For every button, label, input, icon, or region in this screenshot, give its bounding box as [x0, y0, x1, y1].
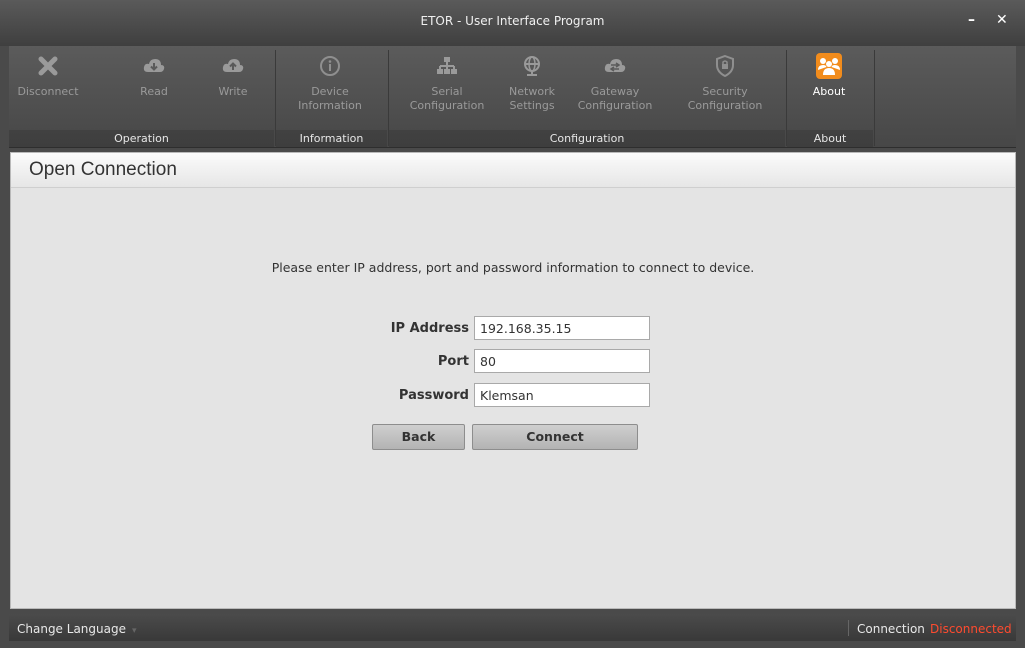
password-row: Password: [11, 383, 1015, 409]
port-row: Port: [11, 349, 1015, 375]
serial-configuration-label-2: Configuration: [409, 99, 485, 112]
ip-address-label: IP Address: [390, 321, 469, 336]
network-tree-icon: [434, 53, 460, 79]
write-button[interactable]: Write: [207, 46, 259, 131]
about-label: About: [812, 85, 846, 98]
close-button[interactable]: ✕: [996, 12, 1008, 28]
status-divider: [848, 620, 849, 636]
connection-status: Disconnected: [930, 622, 1012, 636]
minimize-button[interactable]: –: [968, 12, 975, 28]
device-information-label-1: Device: [311, 85, 349, 98]
back-button[interactable]: Back: [372, 424, 465, 450]
cloud-upload-icon: [220, 53, 246, 79]
x-icon: [35, 53, 61, 79]
ip-address-row: IP Address: [11, 316, 1015, 342]
serial-configuration-button[interactable]: Serial Configuration: [401, 46, 493, 131]
read-label: Read: [140, 85, 168, 98]
status-bar: Change Language ▾ Connection Disconnected: [9, 614, 1016, 641]
info-icon: [317, 53, 343, 79]
security-configuration-button[interactable]: Security Configuration: [677, 46, 773, 131]
disconnect-button[interactable]: Disconnect: [13, 46, 83, 131]
change-language-menu[interactable]: Change Language ▾: [17, 622, 137, 636]
title-bar: ETOR - User Interface Program – ✕: [0, 0, 1025, 46]
group-operation: Operation: [9, 130, 274, 147]
device-information-button[interactable]: Device Information: [287, 46, 373, 131]
device-information-label-2: Information: [298, 99, 362, 112]
security-configuration-label-1: Security: [702, 85, 748, 98]
security-configuration-label-2: Configuration: [687, 99, 763, 112]
ribbon-group-labels: Operation Information Configuration Abou…: [9, 130, 1016, 147]
instruction-text: Please enter IP address, port and passwo…: [271, 260, 755, 275]
password-label: Password: [398, 388, 469, 403]
gateway-configuration-button[interactable]: Gateway Configuration: [569, 46, 661, 131]
network-settings-button[interactable]: Network Settings: [499, 46, 565, 131]
chevron-down-icon: ▾: [131, 626, 137, 636]
window-title: ETOR - User Interface Program: [420, 14, 605, 28]
about-button[interactable]: About: [801, 46, 857, 131]
gateway-icon: [602, 53, 628, 79]
page-title: Open Connection: [29, 159, 177, 180]
serial-configuration-label-1: Serial: [431, 85, 463, 98]
connection-label: Connection: [857, 622, 925, 636]
password-input[interactable]: [474, 383, 650, 407]
app-window: ETOR - User Interface Program – ✕ Discon…: [0, 0, 1025, 648]
port-input[interactable]: [474, 349, 650, 373]
change-language-label: Change Language: [17, 622, 126, 636]
connect-button[interactable]: Connect: [472, 424, 638, 450]
shield-icon: [712, 53, 738, 79]
gateway-configuration-label-2: Configuration: [577, 99, 653, 112]
people-icon: [816, 53, 842, 79]
network-settings-label-1: Network: [509, 85, 555, 98]
port-label: Port: [437, 354, 469, 369]
ip-address-input[interactable]: [474, 316, 650, 340]
group-about: About: [787, 130, 873, 147]
gateway-configuration-label-1: Gateway: [590, 85, 640, 98]
write-label: Write: [218, 85, 248, 98]
read-button[interactable]: Read: [121, 46, 187, 131]
ribbon-toolbar: Disconnect Read Write Device Information: [9, 46, 1016, 148]
disconnect-label: Disconnect: [17, 85, 79, 98]
group-configuration: Configuration: [389, 130, 785, 147]
panel-header: Open Connection: [11, 153, 1015, 188]
open-connection-panel: Open Connection Please enter IP address,…: [10, 152, 1016, 609]
network-settings-label-2: Settings: [509, 99, 555, 112]
cloud-download-icon: [141, 53, 167, 79]
globe-network-icon: [519, 53, 545, 79]
group-information: Information: [276, 130, 387, 147]
